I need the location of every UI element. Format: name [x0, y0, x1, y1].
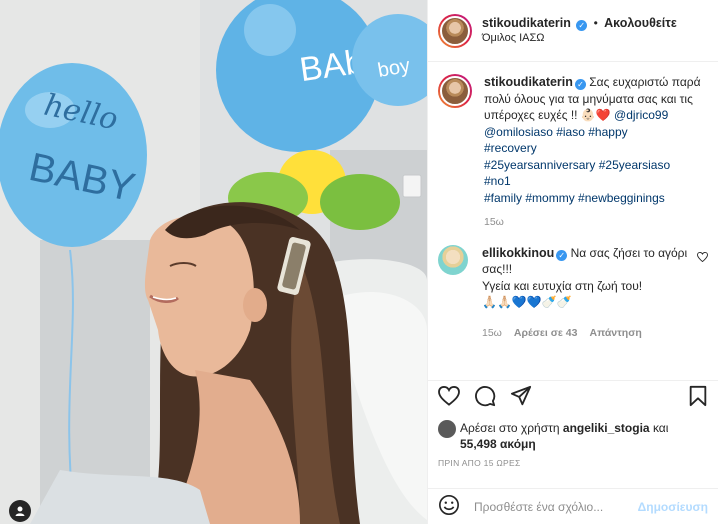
caption-tag[interactable]: #mommy: [525, 191, 574, 205]
emoji-icon[interactable]: [438, 494, 460, 519]
caption-tag[interactable]: #newbegginings: [578, 191, 665, 205]
balloon-hello-baby: hello BABY: [0, 63, 147, 247]
caption-tag[interactable]: #no1: [484, 174, 511, 188]
liker-username[interactable]: angeliki_stogia: [563, 421, 650, 435]
post-date[interactable]: ΠΡΙΝ ΑΠΟ 15 ΩΡΕΣ: [438, 458, 708, 468]
commenter-username[interactable]: ellikokkinou: [482, 246, 554, 260]
verified-badge-icon: ✓: [556, 249, 568, 261]
author-username[interactable]: stikoudikaterin: [482, 16, 571, 30]
share-icon[interactable]: [510, 385, 532, 410]
post-header: stikoudikaterin ✓ • Ακολουθείτε Όμιλος Ι…: [428, 0, 718, 62]
bookmark-icon[interactable]: [688, 385, 708, 410]
instagram-post: hello BABY BAby boy stikoudikaterin ✓ • …: [0, 0, 718, 524]
caption: stikoudikaterin ✓ Σας ευχαριστώ παρά πολύ…: [438, 74, 708, 231]
comment-likes-count[interactable]: Αρέσει σε 43: [514, 325, 578, 342]
following-button[interactable]: Ακολουθείτε: [604, 16, 677, 30]
comment-time[interactable]: 15ω: [482, 325, 502, 342]
header-separator: •: [593, 15, 598, 30]
heart-icon[interactable]: [438, 385, 460, 409]
caption-tag[interactable]: @djrico99: [614, 108, 668, 122]
comment-emojis: 🙏🏻🙏🏻💙💙🍼🍼: [482, 295, 572, 309]
caption-tag[interactable]: #25yearsanniversary: [484, 158, 595, 172]
liker-avatar[interactable]: [438, 420, 456, 438]
post-location[interactable]: Όμιλος ΙΑΣΩ: [482, 31, 677, 46]
caption-username[interactable]: stikoudikaterin: [484, 75, 573, 89]
likes-count[interactable]: 55,498 ακόμη: [460, 437, 536, 451]
post-comment-button[interactable]: Δημοσίευση: [638, 500, 708, 514]
verified-badge-icon: ✓: [574, 79, 586, 90]
post-photo[interactable]: hello BABY BAby boy: [0, 0, 427, 524]
comments-area: stikoudikaterin ✓ Σας ευχαριστώ παρά πολύ…: [428, 62, 718, 380]
photo-scene: hello BABY BAby boy: [0, 0, 427, 524]
caption-tag[interactable]: #recovery: [484, 141, 537, 155]
likes-summary: Αρέσει στο χρήστη angeliki_stogia και 55…: [438, 420, 708, 452]
post-actions: Αρέσει στο χρήστη angeliki_stogia και 55…: [428, 380, 718, 468]
comment-text-line2: Υγεία και ευτυχία στη ζωή του!: [482, 278, 643, 293]
caption-tag[interactable]: @omilosiaso: [484, 125, 553, 139]
caption-tag[interactable]: #25yearsiaso: [599, 158, 670, 172]
likes-conj: και: [652, 421, 669, 435]
add-comment-bar: Δημοσίευση: [428, 488, 718, 524]
caption-tag[interactable]: #happy: [588, 125, 627, 139]
comment-item: ellikokkinou ✓ Να σας ζήσει το αγόρι σας!…: [438, 244, 708, 342]
caption-text-block: stikoudikaterin ✓ Σας ευχαριστώ παρά πολύ…: [484, 74, 708, 231]
verified-badge-icon: ✓: [576, 19, 588, 31]
action-icons: [438, 381, 708, 413]
comment-text-block: ellikokkinou ✓ Να σας ζήσει το αγόρι σας!…: [482, 245, 697, 342]
author-avatar[interactable]: [438, 13, 472, 48]
caption-tag[interactable]: #iaso: [556, 125, 585, 139]
header-text: stikoudikaterin ✓ • Ακολουθείτε Όμιλος Ι…: [482, 16, 677, 46]
comment-meta: 15ω Αρέσει σε 43 Απάντηση: [482, 325, 697, 342]
tagged-users-icon[interactable]: [9, 500, 31, 522]
likes-prefix: Αρέσει στο χρήστη: [460, 421, 560, 435]
like-comment-heart-icon[interactable]: [697, 251, 708, 265]
comment-icon[interactable]: [474, 385, 496, 410]
post-side-panel: stikoudikaterin ✓ • Ακολουθείτε Όμιλος Ι…: [427, 0, 718, 524]
caption-avatar[interactable]: [438, 74, 472, 108]
comment-input[interactable]: [474, 499, 638, 514]
caption-tag[interactable]: #family: [484, 191, 522, 205]
reply-button[interactable]: Απάντηση: [589, 325, 641, 342]
commenter-avatar[interactable]: [438, 244, 468, 275]
likes-text: Αρέσει στο χρήστη angeliki_stogia και 55…: [460, 420, 708, 452]
caption-time[interactable]: 15ω: [484, 214, 708, 231]
